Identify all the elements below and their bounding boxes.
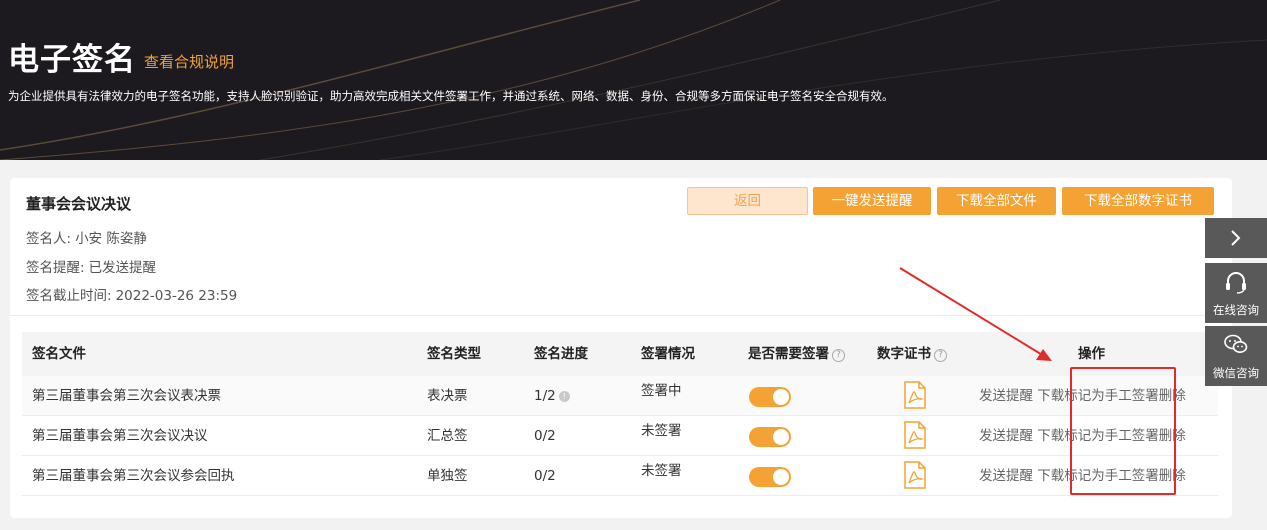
table-header: 签名文件 签名类型 签名进度 签署情况 是否需要签署? 数字证书? 操作: [22, 332, 1218, 376]
header-cert-label: 数字证书: [877, 346, 931, 362]
reminder-label: 签名提醒:: [26, 260, 85, 276]
send-reminder-button[interactable]: 一键发送提醒: [813, 187, 931, 215]
cell-status: 签署中: [641, 383, 682, 399]
signers-label: 签名人:: [26, 231, 72, 247]
files-table: 签名文件 签名类型 签名进度 签署情况 是否需要签署? 数字证书? 操作 第三届…: [22, 332, 1218, 496]
row-actions: 发送提醒 下载标记为手工签署删除: [979, 416, 1186, 456]
divider: [10, 315, 1232, 316]
header-progress: 签名进度: [534, 346, 588, 362]
toggle-knob: [773, 429, 789, 445]
signers-value: 小安 陈姿静: [75, 231, 147, 247]
deadline-value: 2022-03-26 23:59: [115, 288, 238, 304]
cell-progress: 0/2: [534, 428, 556, 444]
collapse-float-button[interactable]: [1205, 218, 1267, 258]
cell-file: 第三届董事会第三次会议表决票: [32, 388, 221, 404]
chevron-right-icon: [1231, 230, 1241, 246]
header-actions: 操作: [1078, 346, 1105, 362]
mark-manual-sign-action[interactable]: 标记为手工签署: [1064, 468, 1159, 484]
send-reminder-action[interactable]: 发送提醒: [979, 428, 1033, 444]
table-row: 第三届董事会第三次会议参会回执 单独签 0/2 未签署 发送提醒 下载标记为手工…: [22, 456, 1218, 496]
header-need-sign: 是否需要签署?: [748, 332, 845, 376]
download-action[interactable]: 下载: [1037, 428, 1064, 444]
download-action[interactable]: 下载: [1037, 468, 1064, 484]
document-card: 董事会会议决议 签名人: 小安 陈姿静 签名提醒: 已发送提醒 签名截止时间: 202…: [10, 178, 1232, 518]
page-title: 电子签名: [8, 42, 136, 78]
delete-action[interactable]: 删除: [1159, 428, 1186, 444]
send-reminder-action[interactable]: 发送提醒: [979, 388, 1033, 404]
delete-action[interactable]: 删除: [1159, 468, 1186, 484]
pdf-icon[interactable]: [904, 421, 926, 449]
document-title: 董事会会议决议: [26, 195, 132, 213]
download-all-certs-button[interactable]: 下载全部数字证书: [1062, 187, 1214, 215]
toggle-knob: [773, 469, 789, 485]
table-row: 第三届董事会第三次会议表决票 表决票 1/2! 签署中 发送提醒 下载标记为手工…: [22, 376, 1218, 416]
delete-action[interactable]: 删除: [1159, 388, 1186, 404]
info-icon[interactable]: !: [558, 391, 570, 402]
download-action[interactable]: 下载: [1037, 388, 1064, 404]
header-need-sign-label: 是否需要签署: [748, 346, 829, 362]
send-reminder-action[interactable]: 发送提醒: [979, 468, 1033, 484]
cell-type: 单独签: [427, 468, 468, 484]
need-sign-toggle[interactable]: [749, 427, 791, 447]
headset-icon: [1226, 272, 1246, 294]
cell-file: 第三届董事会第三次会议决议: [32, 428, 208, 444]
deadline-info: 签名截止时间: 2022-03-26 23:59: [26, 284, 237, 304]
row-actions: 发送提醒 下载标记为手工签署删除: [979, 456, 1186, 496]
cell-progress: 0/2: [534, 468, 556, 484]
wechat-icon: [1224, 334, 1248, 353]
online-consult-label: 在线咨询: [1213, 303, 1259, 317]
help-icon[interactable]: ?: [832, 349, 845, 362]
cell-file: 第三届董事会第三次会议参会回执: [32, 468, 235, 484]
page-description: 为企业提供具有法律效力的电子签名功能，支持人脸识别验证，助力高效完成相关文件签署…: [8, 89, 894, 103]
cell-progress: 1/2!: [534, 376, 570, 416]
reminder-value: 已发送提醒: [88, 260, 157, 276]
header-cert: 数字证书?: [877, 332, 947, 376]
help-icon[interactable]: ?: [934, 349, 947, 362]
banner-decoration: [0, 0, 1267, 160]
header-file: 签名文件: [32, 346, 86, 362]
download-all-files-button[interactable]: 下载全部文件: [937, 187, 1056, 215]
need-sign-toggle[interactable]: [749, 387, 791, 407]
progress-text: 1/2: [534, 388, 556, 404]
pdf-icon[interactable]: [904, 381, 926, 409]
deadline-label: 签名截止时间:: [26, 288, 112, 304]
cell-type: 汇总签: [427, 428, 468, 444]
mark-manual-sign-action[interactable]: 标记为手工签署: [1064, 428, 1159, 444]
mark-manual-sign-action[interactable]: 标记为手工签署: [1064, 388, 1159, 404]
toggle-knob: [773, 389, 789, 405]
wechat-consult-button[interactable]: 微信咨询: [1205, 326, 1267, 386]
signers-info: 签名人: 小安 陈姿静: [26, 227, 147, 247]
online-consult-button[interactable]: 在线咨询: [1205, 263, 1267, 323]
cell-status: 未签署: [641, 423, 682, 439]
pdf-icon[interactable]: [904, 461, 926, 489]
header-status: 签署情况: [641, 346, 695, 362]
compliance-link[interactable]: 查看合规说明: [144, 51, 234, 72]
row-actions: 发送提醒 下载标记为手工签署删除: [979, 376, 1186, 416]
cell-status: 未签署: [641, 463, 682, 479]
reminder-info: 签名提醒: 已发送提醒: [26, 256, 156, 276]
cell-type: 表决票: [427, 388, 468, 404]
table-row: 第三届董事会第三次会议决议 汇总签 0/2 未签署 发送提醒 下载标记为手工签署…: [22, 416, 1218, 456]
header-type: 签名类型: [427, 346, 481, 362]
need-sign-toggle[interactable]: [749, 467, 791, 487]
wechat-consult-label: 微信咨询: [1213, 366, 1259, 380]
page-banner: 电子签名 查看合规说明 为企业提供具有法律效力的电子签名功能，支持人脸识别验证，…: [0, 0, 1267, 160]
back-button[interactable]: 返回: [687, 187, 808, 215]
